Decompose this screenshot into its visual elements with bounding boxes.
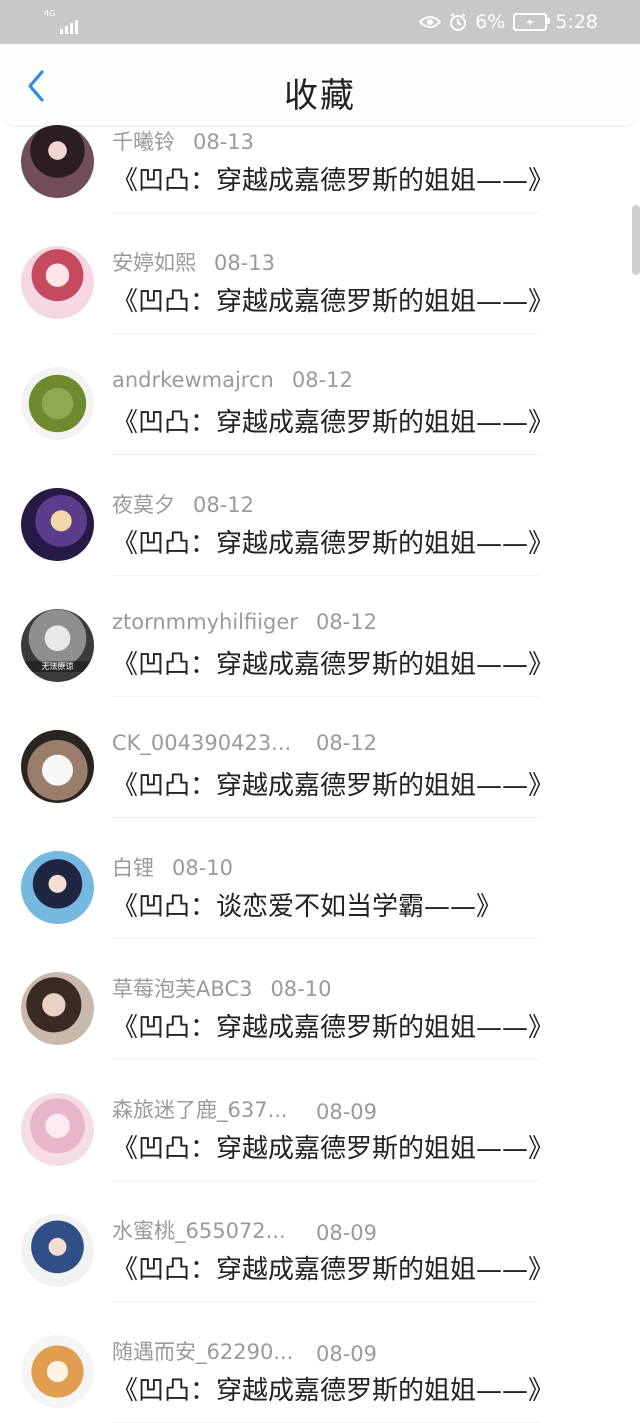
list-item[interactable]: 白锂 08-10 《凹凸：谈恋爱不如当学霸——》 xyxy=(0,818,640,939)
item-meta: 千曦铃 08-13 xyxy=(112,126,254,156)
list-item[interactable]: 水蜜桃_655072... 08-09 《凹凸：穿越成嘉德罗斯的姐姐——》 xyxy=(0,1181,640,1302)
item-meta: 草莓泡芙ABC3 08-10 xyxy=(112,973,331,1003)
list-item[interactable]: 夜莫夕 08-12 《凹凸：穿越成嘉德罗斯的姐姐——》 xyxy=(0,455,640,576)
item-meta: ztornmmyhilfiiger 08-12 xyxy=(112,610,377,634)
date: 08-09 xyxy=(316,1342,378,1366)
book-title[interactable]: 《凹凸：穿越成嘉德罗斯的姐姐——》 xyxy=(112,402,554,439)
book-title[interactable]: 《凹凸：穿越成嘉德罗斯的姐姐——》 xyxy=(112,765,554,802)
item-meta: 水蜜桃_655072... 08-09 xyxy=(112,1215,377,1245)
scrollbar-thumb[interactable] xyxy=(632,205,640,275)
avatar[interactable] xyxy=(21,367,94,440)
user-name: 千曦铃 xyxy=(112,130,175,154)
book-title[interactable]: 《凹凸：穿越成嘉德罗斯的姐姐——》 xyxy=(112,523,554,560)
list-item[interactable]: 安婷如熙 08-13 《凹凸：穿越成嘉德罗斯的姐姐——》 xyxy=(0,213,640,334)
avatar[interactable]: 无法原谅 xyxy=(21,609,94,682)
status-time: 5:28 xyxy=(555,11,598,33)
alarm-icon xyxy=(450,13,467,31)
list-item[interactable]: 随遇而安_62290... 08-09 《凹凸：穿越成嘉德罗斯的姐姐——》 xyxy=(0,1302,640,1423)
book-title[interactable]: 《凹凸：穿越成嘉德罗斯的姐姐——》 xyxy=(112,1007,554,1044)
date: 08-09 xyxy=(316,1221,378,1245)
list-item[interactable]: 无法原谅 ztornmmyhilfiiger 08-12 《凹凸：穿越成嘉德罗斯的… xyxy=(0,576,640,697)
status-bar: 4G 6% 5:28 xyxy=(0,0,640,44)
date: 08-10 xyxy=(270,977,332,1001)
user-name: 随遇而安_62290... xyxy=(112,1340,294,1364)
battery-icon xyxy=(513,13,551,31)
item-meta: 夜莫夕 08-12 xyxy=(112,489,254,519)
user-name: 草莓泡芙ABC3 xyxy=(112,977,253,1001)
date: 08-12 xyxy=(315,610,377,634)
book-title[interactable]: 《凹凸：穿越成嘉德罗斯的姐姐——》 xyxy=(112,1249,554,1286)
book-title[interactable]: 《凹凸：穿越成嘉德罗斯的姐姐——》 xyxy=(112,1128,554,1165)
date: 08-12 xyxy=(316,731,378,755)
user-name: CK_004390423... xyxy=(112,731,292,755)
eye-icon xyxy=(419,16,442,28)
user-name: ztornmmyhilfiiger xyxy=(112,610,298,634)
battery-percent: 6% xyxy=(475,11,506,33)
favorites-list: 千曦铃 08-13 《凹凸：穿越成嘉德罗斯的姐姐——》 安婷如熙 08-13 《凹凸… xyxy=(0,92,640,1423)
item-meta: 随遇而安_62290... 08-09 xyxy=(112,1336,377,1366)
date: 08-13 xyxy=(214,251,276,275)
book-title[interactable]: 《凹凸：穿越成嘉德罗斯的姐姐——》 xyxy=(112,160,554,197)
avatar[interactable] xyxy=(21,1214,94,1287)
user-name: 夜莫夕 xyxy=(112,493,175,517)
list-item[interactable]: CK_004390423... 08-12 《凹凸：穿越成嘉德罗斯的姐姐——》 xyxy=(0,697,640,818)
avatar[interactable] xyxy=(21,972,94,1045)
list-item[interactable]: andrkewmajrcn 08-12 《凹凸：穿越成嘉德罗斯的姐姐——》 xyxy=(0,334,640,455)
avatar[interactable] xyxy=(21,851,94,924)
book-title[interactable]: 《凹凸：穿越成嘉德罗斯的姐姐——》 xyxy=(112,281,554,318)
list-item[interactable]: 森旅迷了鹿_637... 08-09 《凹凸：穿越成嘉德罗斯的姐姐——》 xyxy=(0,1060,640,1181)
date: 08-12 xyxy=(291,368,353,392)
list-item[interactable]: 千曦铃 08-13 《凹凸：穿越成嘉德罗斯的姐姐——》 xyxy=(0,92,640,213)
date: 08-13 xyxy=(193,130,255,154)
list-item[interactable]: 草莓泡芙ABC3 08-10 《凹凸：穿越成嘉德罗斯的姐姐——》 xyxy=(0,939,640,1060)
book-title[interactable]: 《凹凸：穿越成嘉德罗斯的姐姐——》 xyxy=(112,644,554,681)
user-name: andrkewmajrcn xyxy=(112,368,274,392)
date: 08-10 xyxy=(172,856,234,880)
item-meta: CK_004390423... 08-12 xyxy=(112,731,377,755)
user-name: 森旅迷了鹿_637... xyxy=(112,1098,288,1122)
book-title[interactable]: 《凹凸：谈恋爱不如当学霸——》 xyxy=(112,886,502,923)
item-meta: 白锂 08-10 xyxy=(112,852,233,882)
item-meta: andrkewmajrcn 08-12 xyxy=(112,368,353,392)
avatar-caption: 无法原谅 xyxy=(21,661,94,672)
user-name: 白锂 xyxy=(112,856,154,880)
avatar[interactable] xyxy=(21,246,94,319)
user-name: 水蜜桃_655072... xyxy=(112,1219,286,1243)
avatar[interactable] xyxy=(21,730,94,803)
date: 08-09 xyxy=(316,1100,378,1124)
avatar[interactable] xyxy=(21,125,94,198)
item-meta: 森旅迷了鹿_637... 08-09 xyxy=(112,1094,377,1124)
item-meta: 安婷如熙 08-13 xyxy=(112,247,275,277)
user-name: 安婷如熙 xyxy=(112,251,196,275)
avatar[interactable] xyxy=(21,488,94,561)
signal-icon xyxy=(44,10,78,34)
book-title[interactable]: 《凹凸：穿越成嘉德罗斯的姐姐——》 xyxy=(112,1370,554,1407)
avatar[interactable] xyxy=(21,1335,94,1408)
avatar[interactable] xyxy=(21,1093,94,1166)
date: 08-12 xyxy=(193,493,255,517)
